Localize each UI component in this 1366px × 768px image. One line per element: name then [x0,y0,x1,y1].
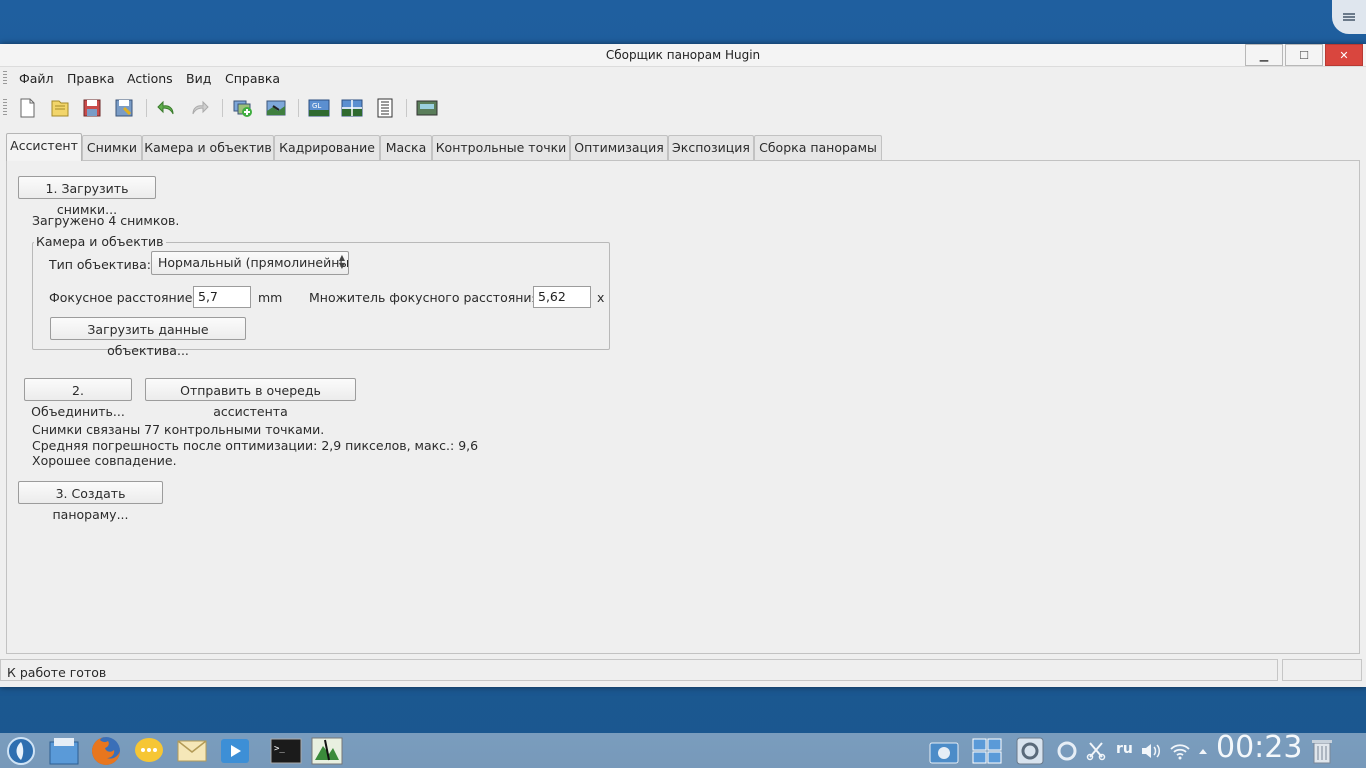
volume-icon[interactable] [1138,733,1164,768]
titlebar[interactable]: Сборщик панорам Hugin ▁ ☐ ✕ [0,44,1366,67]
tab-camera-lens[interactable]: Камера и объектив [142,135,274,160]
hugin-window: Сборщик панорам Hugin ▁ ☐ ✕ Файл Правка … [0,44,1366,687]
status-field-side [1282,659,1362,681]
tab-images[interactable]: Снимки [82,135,142,160]
load-lens-data-button[interactable]: Загрузить данные объектива... [50,317,246,358]
scissors-icon[interactable] [1084,733,1108,768]
focal-length-input[interactable]: 5,7 [193,286,251,308]
mail-icon[interactable] [174,733,210,768]
status-text: К работе готов [7,665,107,680]
assistant-panel: 1. Загрузить снимки... Загружено 4 снимк… [6,160,1360,654]
svg-text:>_: >_ [274,744,285,754]
menu-actions[interactable]: Actions [127,71,173,86]
tab-optimizer[interactable]: Оптимизация [570,135,668,160]
settings-icon[interactable] [1012,733,1048,768]
menubar: Файл Правка Actions Вид Справка [0,67,1366,89]
layout-icon[interactable] [416,98,438,118]
tab-stitcher[interactable]: Сборка панорамы [754,135,882,160]
media-player-icon[interactable] [217,733,253,768]
lens-type-value: Нормальный (прямолинейный) [158,255,349,270]
keyboard-layout[interactable]: ru [1116,741,1133,757]
add-images-icon[interactable] [232,98,254,118]
tab-crop[interactable]: Кадрирование [274,135,380,160]
crop-factor-label: Множитель фокусного расстояния: [309,290,544,305]
tab-exposure[interactable]: Экспозиция [668,135,754,160]
screenshot-icon[interactable] [926,733,962,768]
menu-edit[interactable]: Правка [67,71,115,86]
align-button[interactable]: 2. Объединить... [24,378,132,419]
load-images-button[interactable]: 1. Загрузить снимки... [18,176,156,217]
spin-arrows-icon: ▲ ▼ [338,253,345,270]
status-line-1: Снимки связаны 77 контрольными точками. [32,422,325,437]
taskbar: >_ ru 00:23 [0,730,1366,768]
tab-assistant[interactable]: Ассистент [6,133,82,161]
focal-length-label: Фокусное расстояние: [49,290,197,305]
gl-preview-icon[interactable]: GL [308,98,330,118]
crop-factor-unit: x [597,290,605,305]
status-field-main: К работе готов [0,659,1278,681]
save-as-icon[interactable] [113,98,135,118]
toolbar: GL [0,93,1366,123]
menu-help[interactable]: Справка [225,71,280,86]
status-line-3: Хорошее совпадение. [32,453,177,468]
desktops-icon[interactable] [969,733,1005,768]
menu-file[interactable]: Файл [19,71,54,86]
loaded-images-text: Загружено 4 снимков. [32,213,180,228]
clock[interactable]: 00:23 [1216,730,1302,765]
create-panorama-button[interactable]: 3. Создать панораму... [18,481,163,522]
minimize-button[interactable]: ▁ [1245,44,1283,66]
lens-type-select[interactable]: Нормальный (прямолинейный) ▲ ▼ [151,251,349,275]
desktop-panel-handle[interactable] [1332,0,1366,34]
tab-control-points[interactable]: Контрольные точки [432,135,570,160]
menubar-grip[interactable] [3,71,7,85]
start-menu-icon[interactable] [4,733,38,768]
tab-mask[interactable]: Маска [380,135,432,160]
open-project-icon[interactable] [49,98,71,118]
file-manager-icon[interactable] [46,733,82,768]
svg-text:GL: GL [312,102,321,110]
focal-length-unit: mm [258,290,283,305]
terminal-icon[interactable]: >_ [268,733,304,768]
firefox-icon[interactable] [88,733,124,768]
close-button[interactable]: ✕ [1325,44,1363,66]
fast-preview-icon[interactable] [341,98,363,118]
save-icon[interactable] [81,98,103,118]
menu-view[interactable]: Вид [186,71,211,86]
chat-icon[interactable] [131,733,167,768]
tray-expand-icon[interactable] [1196,733,1210,768]
lens-type-label: Тип объектива: [49,257,151,272]
minimize-icon: ▁ [1259,48,1269,62]
status-line-2: Средняя погрешность после оптимизации: 2… [32,438,479,453]
maximize-icon: ☐ [1299,48,1309,62]
batch-processor-icon[interactable] [374,98,396,118]
crop-factor-input[interactable]: 5,62 [533,286,591,308]
trash-icon[interactable] [1307,733,1337,768]
hugin-icon[interactable] [309,733,345,768]
statusbar: К работе готов [0,659,1366,683]
update-icon[interactable] [1054,733,1080,768]
redo-icon[interactable] [188,98,210,118]
window-title: Сборщик панорам Hugin [605,48,761,62]
send-to-queue-button[interactable]: Отправить в очередь ассистента [145,378,356,419]
menu-lines-icon [1343,13,1355,21]
add-time-series-icon[interactable] [265,98,287,118]
camera-lens-group-title: Камера и объектив [34,234,166,249]
undo-icon[interactable] [156,98,178,118]
wifi-icon[interactable] [1167,733,1193,768]
new-project-icon[interactable] [16,98,38,118]
toolbar-grip[interactable] [3,99,7,117]
close-icon: ✕ [1339,48,1349,62]
maximize-button[interactable]: ☐ [1285,44,1323,66]
